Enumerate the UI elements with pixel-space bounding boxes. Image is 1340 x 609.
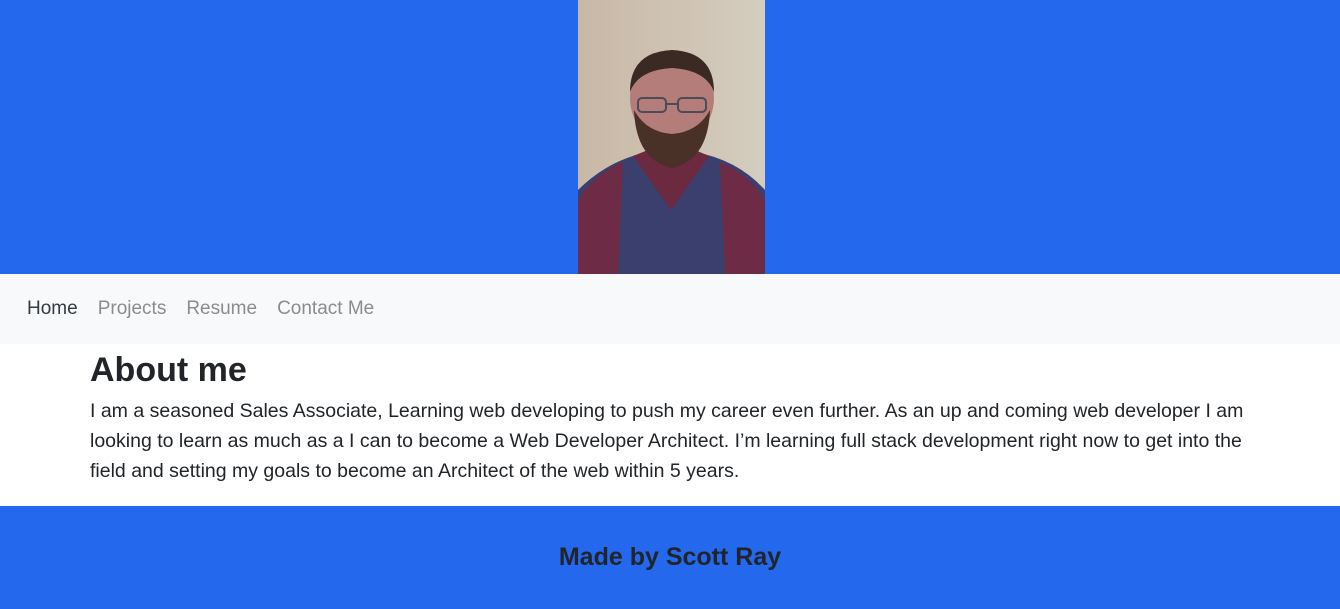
profile-photo [578,0,765,274]
nav-link-projects[interactable]: Projects [98,298,167,320]
about-body: I am a seasoned Sales Associate, Learnin… [90,400,1244,482]
about-section: About me I am a seasoned Sales Associate… [0,344,1340,506]
footer-credit: Made by Scott Ray [558,543,782,571]
about-title: About me [90,351,247,389]
person-photo-icon [578,0,765,274]
page-header [0,0,1340,274]
nav-link-contact-me[interactable]: Contact Me [277,298,374,320]
page-footer: Made by Scott Ray [0,506,1340,609]
nav-link-resume[interactable]: Resume [186,298,257,320]
main-navbar: Home Projects Resume Contact Me [0,274,1340,344]
nav-link-home[interactable]: Home [27,298,78,320]
